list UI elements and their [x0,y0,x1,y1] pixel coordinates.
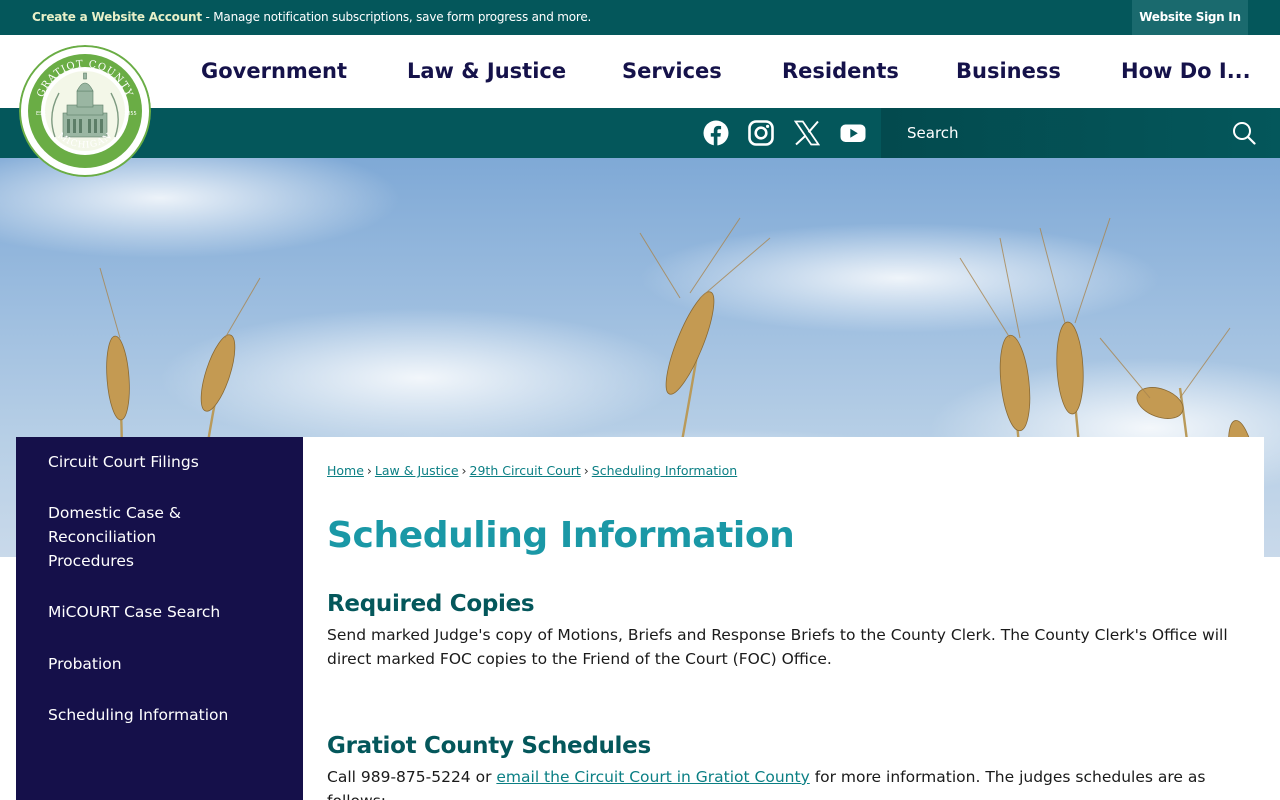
create-account-link[interactable]: Create a Website Account [32,10,202,24]
website-sign-in-button[interactable]: Website Sign In [1132,0,1248,35]
instagram-icon[interactable] [748,120,774,146]
sidebar-item-scheduling-information[interactable]: Scheduling Information [48,703,278,727]
email-circuit-court-link[interactable]: email the Circuit Court in Gratiot Count… [496,768,809,786]
required-copies-text: Send marked Judge's copy of Motions, Bri… [327,626,1228,668]
nav-item-business[interactable]: Business [956,59,1061,83]
schedules-text: Call 989-875-5224 or email the Circuit C… [327,765,1252,800]
schedules-text-before: Call 989-875-5224 or [327,768,497,786]
search-bar [881,108,1280,158]
page-title: Scheduling Information [327,515,795,556]
search-input[interactable] [907,122,1207,144]
nav-item-government[interactable]: Government [201,59,347,83]
x-icon[interactable] [794,120,820,146]
sidebar-item-micourt-case-search[interactable]: MiCOURT Case Search [48,600,278,624]
youtube-icon[interactable] [840,120,866,146]
nav-item-how-do-i[interactable]: How Do I... [1121,59,1251,83]
breadcrumb-home[interactable]: Home [327,463,364,478]
search-icon[interactable] [1232,121,1256,145]
breadcrumb-29th-circuit-court[interactable]: 29th Circuit Court [470,463,581,478]
main-navigation: Government Law & Justice Services Reside… [0,35,1280,108]
main-content: Home › Law & Justice › 29th Circuit Court › Sc… [303,437,1264,800]
announcement-text: - Manage notification subscriptions, sav… [201,10,592,24]
breadcrumb-scheduling-information[interactable]: Scheduling Information [592,463,737,478]
breadcrumb-law-justice[interactable]: Law & Justice [375,463,459,478]
facebook-icon[interactable] [703,120,729,146]
sidebar-navigation: Circuit Court Filings Domestic Case & Re… [16,437,303,800]
nav-item-residents[interactable]: Residents [782,59,899,83]
required-copies-heading: Required Copies [327,591,535,617]
sidebar-item-circuit-court-filings[interactable]: Circuit Court Filings [48,450,278,474]
gratiot-county-logo[interactable]: GRATIOT COUNTY MICHIGAN EST. 1855 [19,45,151,177]
sidebar-item-probation[interactable]: Probation [48,652,278,676]
schedules-heading: Gratiot County Schedules [327,733,651,759]
announcement-bar: Create a Website Account - Manage notifi… [0,0,1280,35]
logo-est: EST. [36,111,47,117]
sidebar-item-domestic-case[interactable]: Domestic Case & Reconciliation Procedure… [48,501,208,573]
nav-item-law-justice[interactable]: Law & Justice [407,59,566,83]
announcement-message: Create a Website Account - Manage notifi… [32,10,591,24]
nav-item-services[interactable]: Services [622,59,722,83]
breadcrumb: Home › Law & Justice › 29th Circuit Court › Sc… [327,463,738,478]
logo-year: 1855 [124,111,137,117]
